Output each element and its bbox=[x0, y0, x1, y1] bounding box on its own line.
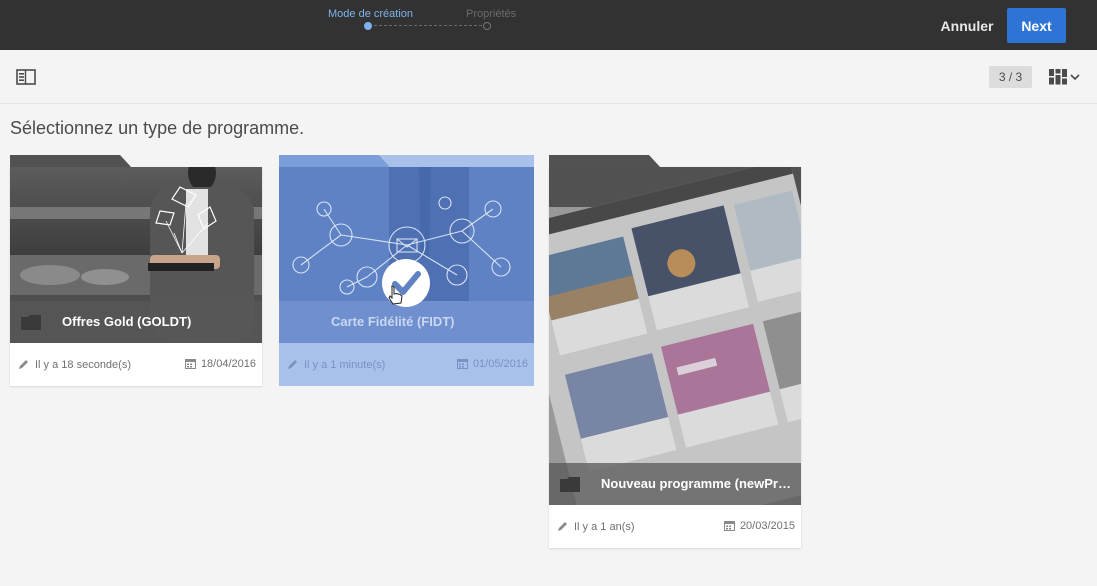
card-created-text: 01/05/2016 bbox=[472, 358, 528, 370]
card-title: Nouveau programme (newProg... bbox=[601, 476, 796, 491]
step-properties-label[interactable]: Propriétés bbox=[466, 8, 516, 20]
left-rail-toggle-icon[interactable] bbox=[14, 67, 38, 87]
step-properties-dot[interactable] bbox=[483, 22, 491, 30]
cancel-button[interactable]: Annuler bbox=[934, 8, 1000, 44]
card-title: Carte Fidélité (FIDT) bbox=[331, 314, 455, 329]
next-button[interactable]: Next bbox=[1007, 8, 1066, 43]
step-connector bbox=[374, 25, 482, 26]
wizard-steps: Mode de création Propriétés bbox=[318, 8, 528, 38]
folder-icon bbox=[21, 315, 41, 330]
selection-counter: 3 / 3 bbox=[989, 66, 1032, 88]
step-creation-mode-label[interactable]: Mode de création bbox=[328, 8, 413, 20]
card-created: 20/03/2015 bbox=[723, 520, 795, 532]
card-modified: Il y a 1 an(s) bbox=[557, 520, 635, 533]
card-modified: Il y a 1 minute(s) bbox=[287, 358, 385, 371]
step-creation-mode-dot[interactable] bbox=[364, 22, 372, 30]
action-bar: 3 / 3 bbox=[0, 50, 1097, 104]
program-card[interactable]: Nouveau programme (newProg... Il y a 1 a… bbox=[549, 155, 801, 548]
card-created-text: 20/03/2015 bbox=[739, 520, 795, 532]
card-modified: Il y a 18 seconde(s) bbox=[18, 358, 131, 371]
calendar-icon bbox=[456, 359, 468, 369]
folder-icon bbox=[560, 477, 580, 492]
card-created-text: 18/04/2016 bbox=[200, 358, 256, 370]
card-title-bar: Carte Fidélité (FIDT) bbox=[279, 301, 534, 343]
calendar-icon bbox=[723, 521, 735, 531]
pencil-icon bbox=[19, 360, 28, 369]
card-modified-text: Il y a 18 seconde(s) bbox=[35, 359, 131, 371]
card-meta: Il y a 1 an(s) 20/03/2015 bbox=[549, 506, 801, 548]
page-prompt: Sélectionnez un type de programme. bbox=[10, 118, 305, 138]
program-card[interactable]: Offres Gold (GOLDT) Il y a 18 seconde(s)… bbox=[10, 155, 262, 386]
top-bar: Mode de création Propriétés Annuler Next bbox=[0, 0, 1097, 50]
card-meta: Il y a 18 seconde(s) 18/04/2016 bbox=[10, 344, 262, 386]
pencil-icon bbox=[558, 522, 567, 531]
card-title: Offres Gold (GOLDT) bbox=[62, 314, 192, 329]
card-modified-text: Il y a 1 minute(s) bbox=[304, 359, 386, 371]
program-card-selected[interactable]: Carte Fidélité (FIDT) Il y a 1 minute(s)… bbox=[279, 155, 534, 386]
card-created: 18/04/2016 bbox=[184, 358, 256, 370]
card-meta: Il y a 1 minute(s) 01/05/2016 bbox=[279, 344, 534, 386]
card-created: 01/05/2016 bbox=[456, 358, 528, 370]
calendar-icon bbox=[184, 359, 196, 369]
card-modified-text: Il y a 1 an(s) bbox=[574, 521, 635, 533]
pencil-icon bbox=[288, 360, 297, 369]
card-view-icon[interactable] bbox=[1046, 65, 1084, 89]
card-title-bar: Nouveau programme (newProg... bbox=[549, 463, 801, 505]
card-title-bar: Offres Gold (GOLDT) bbox=[10, 301, 262, 343]
hand-cursor-icon bbox=[387, 285, 403, 305]
card-thumbnail bbox=[549, 167, 801, 505]
